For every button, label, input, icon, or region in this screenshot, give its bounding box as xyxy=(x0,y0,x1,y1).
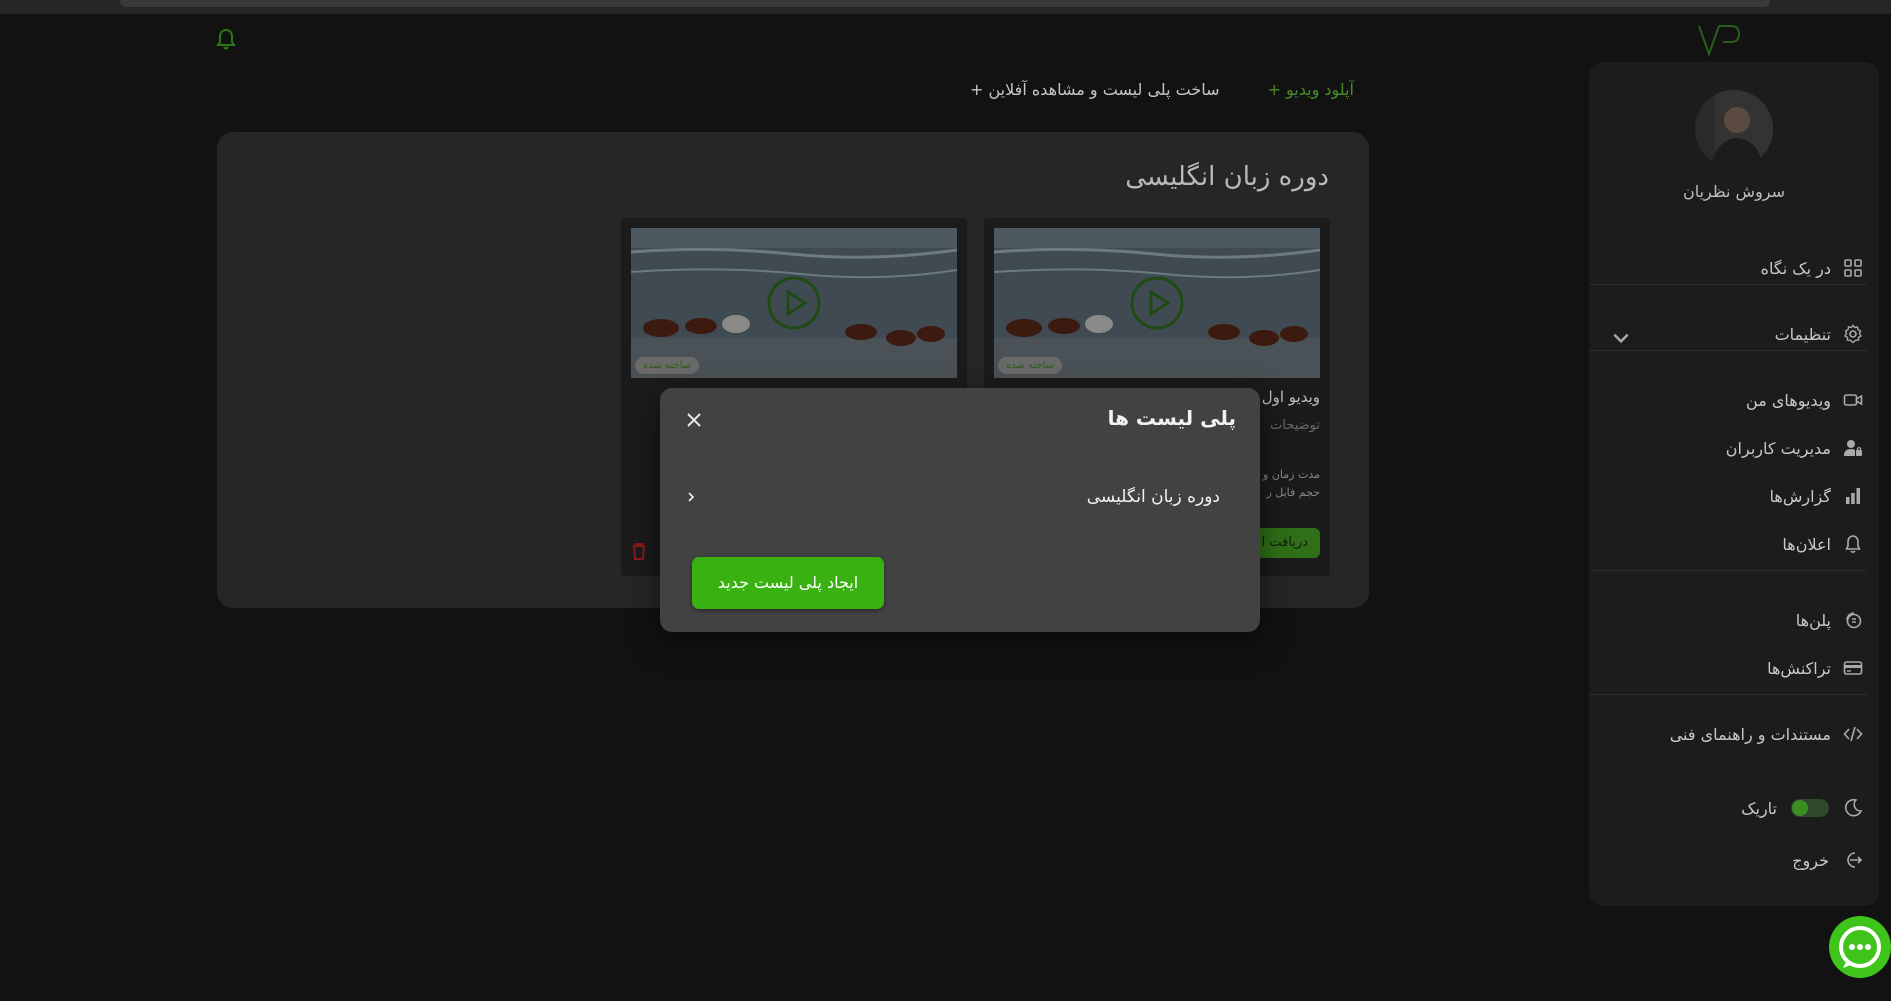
sidebar-item-label: گزارش‌ها xyxy=(1769,486,1831,506)
notification-bell-icon[interactable] xyxy=(216,28,236,54)
panel-title: دوره زبان انگلیسی xyxy=(1125,162,1329,192)
modal-title: پلی لیست ها xyxy=(1107,406,1236,430)
switch-knob xyxy=(1792,800,1808,816)
grid-icon xyxy=(1844,259,1862,277)
theme-switch[interactable] xyxy=(1791,799,1829,817)
moon-icon xyxy=(1845,798,1863,817)
bell-icon xyxy=(1845,535,1861,554)
gear-icon xyxy=(1844,324,1862,344)
logo[interactable] xyxy=(1695,20,1743,60)
bar-chart-icon xyxy=(1846,488,1860,504)
sidebar-item-label: اعلان‌ها xyxy=(1782,534,1831,554)
chat-support-button[interactable] xyxy=(1829,916,1891,978)
status-badge: ساخته شده xyxy=(635,357,700,374)
divider xyxy=(1589,284,1867,285)
sidebar-item-users[interactable]: مدیریت کاربران xyxy=(1589,428,1879,468)
scrollbar[interactable] xyxy=(120,0,1770,7)
video-duration: مدت زمان و xyxy=(1263,468,1320,481)
sidebar-item-docs[interactable]: مستندات و راهنمای فنی xyxy=(1589,714,1879,754)
sidebar-item-label: در یک نگاه xyxy=(1760,258,1831,278)
chat-bubble-icon xyxy=(1839,926,1881,968)
sidebar-item-label: تراکنش‌ها xyxy=(1767,658,1831,678)
theme-toggle-row: تاریک xyxy=(1589,788,1879,828)
header-actions: + آپلود ویدیو + ساخت پلی لیست و مشاهده آ… xyxy=(970,80,1354,99)
close-icon[interactable] xyxy=(684,410,704,430)
sidebar-item-reports[interactable]: گزارش‌ها xyxy=(1589,476,1879,516)
chevron-right-icon[interactable] xyxy=(684,490,698,504)
sidebar-item-label: ویدیوهای من xyxy=(1746,390,1831,410)
chevron-down-icon[interactable] xyxy=(1611,328,1631,348)
code-icon xyxy=(1843,726,1863,742)
video-icon xyxy=(1843,394,1863,406)
sidebar-item-my-videos[interactable]: ویدیوهای من xyxy=(1589,380,1879,420)
video-thumbnail[interactable]: ساخته شده xyxy=(994,228,1320,378)
logout-icon xyxy=(1847,852,1863,868)
video-description: توضیحات xyxy=(1270,418,1320,433)
sidebar-item-label: مدیریت کاربران xyxy=(1725,438,1831,458)
trash-icon[interactable] xyxy=(631,542,647,564)
sidebar-item-notifications[interactable]: اعلان‌ها xyxy=(1589,524,1879,564)
download-button[interactable]: دریافت ا xyxy=(1249,528,1320,558)
logout-label: خروج xyxy=(1792,850,1829,870)
video-title: ویدیو اول xyxy=(1261,388,1320,406)
sidebar-item-label: مستندات و راهنمای فنی xyxy=(1669,724,1831,744)
sidebar-item-transactions[interactable]: تراکنش‌ها xyxy=(1589,648,1879,688)
status-badge: ساخته شده xyxy=(998,357,1063,374)
sidebar: سروش نظریان در یک نگاه تنظیمات ویدیوهای … xyxy=(1589,62,1879,906)
play-icon[interactable] xyxy=(1130,276,1184,334)
user-profile: سروش نظریان xyxy=(1589,90,1879,201)
divider xyxy=(1589,570,1867,571)
video-size: حجم فایل ر xyxy=(1266,486,1320,499)
upload-video-link[interactable]: + آپلود ویدیو xyxy=(1268,80,1354,99)
plans-icon xyxy=(1846,612,1862,629)
sidebar-item-plans[interactable]: پلن‌ها xyxy=(1589,600,1879,640)
card-icon xyxy=(1843,661,1863,675)
create-playlist-button[interactable]: ایجاد پلی لیست جدید xyxy=(692,557,884,609)
browser-top-strip xyxy=(0,0,1891,14)
sidebar-item-settings[interactable]: تنظیمات xyxy=(1589,314,1879,354)
video-thumbnail[interactable]: ساخته شده xyxy=(631,228,957,378)
user-name: سروش نظریان xyxy=(1682,182,1786,201)
sidebar-item-label: تنظیمات xyxy=(1774,324,1831,344)
sidebar-item-overview[interactable]: در یک نگاه xyxy=(1589,248,1879,288)
divider xyxy=(1589,694,1867,695)
playlist-modal: پلی لیست ها دوره زبان انگلیسی ایجاد پلی … xyxy=(660,388,1260,632)
logout-item[interactable]: خروج xyxy=(1589,840,1879,880)
playlist-item[interactable]: دوره زبان انگلیسی xyxy=(684,482,1220,512)
theme-label: تاریک xyxy=(1741,798,1777,818)
create-playlist-link[interactable]: + ساخت پلی لیست و مشاهده آفلاین xyxy=(970,80,1220,99)
sidebar-item-label: پلن‌ها xyxy=(1795,610,1831,630)
app-root: + آپلود ویدیو + ساخت پلی لیست و مشاهده آ… xyxy=(0,0,1891,1001)
user-lock-icon xyxy=(1844,440,1862,456)
divider xyxy=(1589,350,1867,351)
play-icon[interactable] xyxy=(767,276,821,334)
avatar[interactable] xyxy=(1695,90,1773,168)
playlist-name: دوره زبان انگلیسی xyxy=(1086,487,1220,507)
